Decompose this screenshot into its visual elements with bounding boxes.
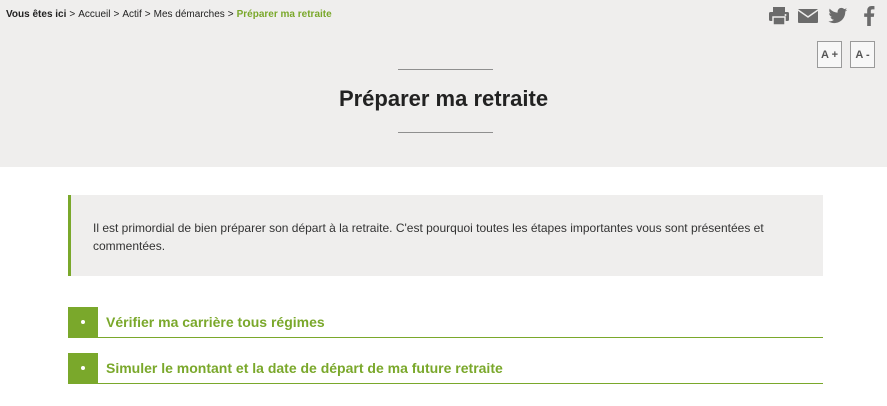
title-rule-top [398,69,493,70]
share-toolbar [767,5,887,27]
breadcrumb-link-accueil[interactable]: Accueil [78,9,110,20]
breadcrumb-separator: > [144,9,151,20]
title-rule-bottom [398,132,493,133]
envelope-icon [797,9,819,23]
accordion-item-label: Simuler le montant et la date de départ … [106,360,503,376]
bullet-icon [81,320,85,324]
page-title: Préparer ma retraite [338,86,549,111]
print-icon [769,7,789,26]
increase-font-button[interactable]: A + [817,41,842,68]
breadcrumb-link-mes-demarches[interactable]: Mes démarches [154,9,225,20]
bullet-icon [81,366,85,370]
bullet-box [68,307,98,337]
decrease-font-button[interactable]: A - [850,41,875,68]
print-button[interactable] [767,5,791,27]
accordion-item-verifier-carriere[interactable]: Vérifier ma carrière tous régimes [68,307,823,338]
breadcrumb-separator: > [227,9,234,20]
intro-text: Il est primordial de bien préparer son d… [93,221,764,253]
twitter-icon [828,7,848,24]
breadcrumb-lead: Vous êtes ici [6,9,67,20]
intro-box: Il est primordial de bien préparer son d… [68,195,823,276]
breadcrumb-link-actif[interactable]: Actif [122,9,141,20]
accordion-item-simuler-retraite[interactable]: Simuler le montant et la date de départ … [68,353,823,384]
header-band [0,0,887,167]
accordion-item-label: Vérifier ma carrière tous régimes [106,314,325,330]
email-share-button[interactable] [796,5,820,27]
bullet-box [68,353,98,383]
breadcrumb-separator: > [69,9,76,20]
breadcrumb-current: Préparer ma retraite [236,9,332,20]
breadcrumb: Vous êtes ici > Accueil > Actif > Mes démarche… [6,9,332,20]
twitter-share-button[interactable] [826,5,850,27]
facebook-icon [864,6,875,26]
facebook-share-button[interactable] [857,5,881,27]
breadcrumb-separator: > [113,9,120,20]
